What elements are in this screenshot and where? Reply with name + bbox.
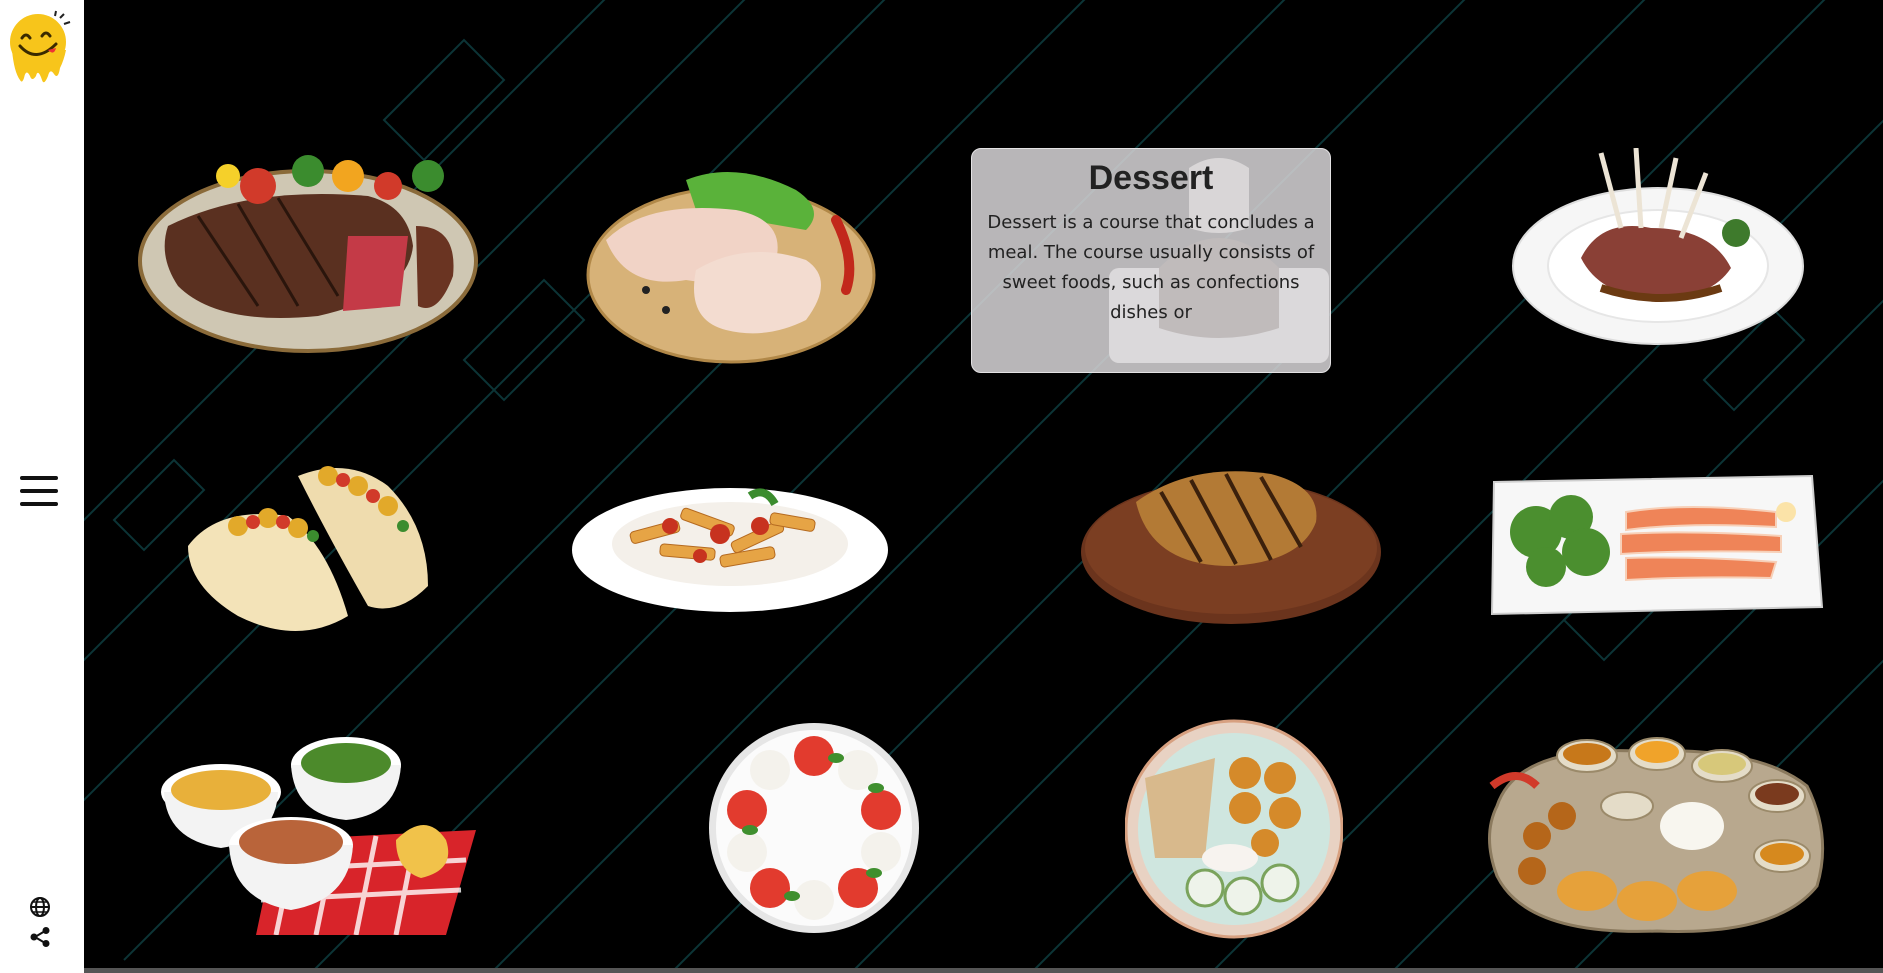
dish-card-tacos[interactable] [178,456,438,641]
dish-card-falafel[interactable] [1125,718,1343,940]
sidebar [0,0,84,973]
share-icon[interactable] [29,926,51,948]
hamburger-menu-icon[interactable] [20,476,58,510]
dish-info-title: Dessert [1088,159,1214,197]
dish-card-lamb[interactable] [1511,148,1806,348]
dish-card-bowls[interactable] [156,730,486,935]
dish-card-chicken[interactable] [586,160,876,365]
smiley-logo-icon[interactable] [8,10,74,86]
dish-card-steak[interactable] [138,146,478,356]
dish-card-thali[interactable] [1477,726,1832,936]
dish-card-grilled-meat[interactable] [1081,462,1386,630]
bottom-border [84,968,1883,973]
globe-icon[interactable] [29,896,51,918]
dish-card-pasta[interactable] [570,486,890,616]
menu-stage: Dessert Dessert is a course that conclud… [84,0,1883,973]
dish-info-description: Dessert is a course that concludes a mea… [987,212,1315,323]
dish-card-caprese[interactable] [706,718,926,940]
dish-card-salmon[interactable] [1486,472,1824,617]
dish-info-card[interactable]: Dessert Dessert is a course that conclud… [971,148,1331,373]
